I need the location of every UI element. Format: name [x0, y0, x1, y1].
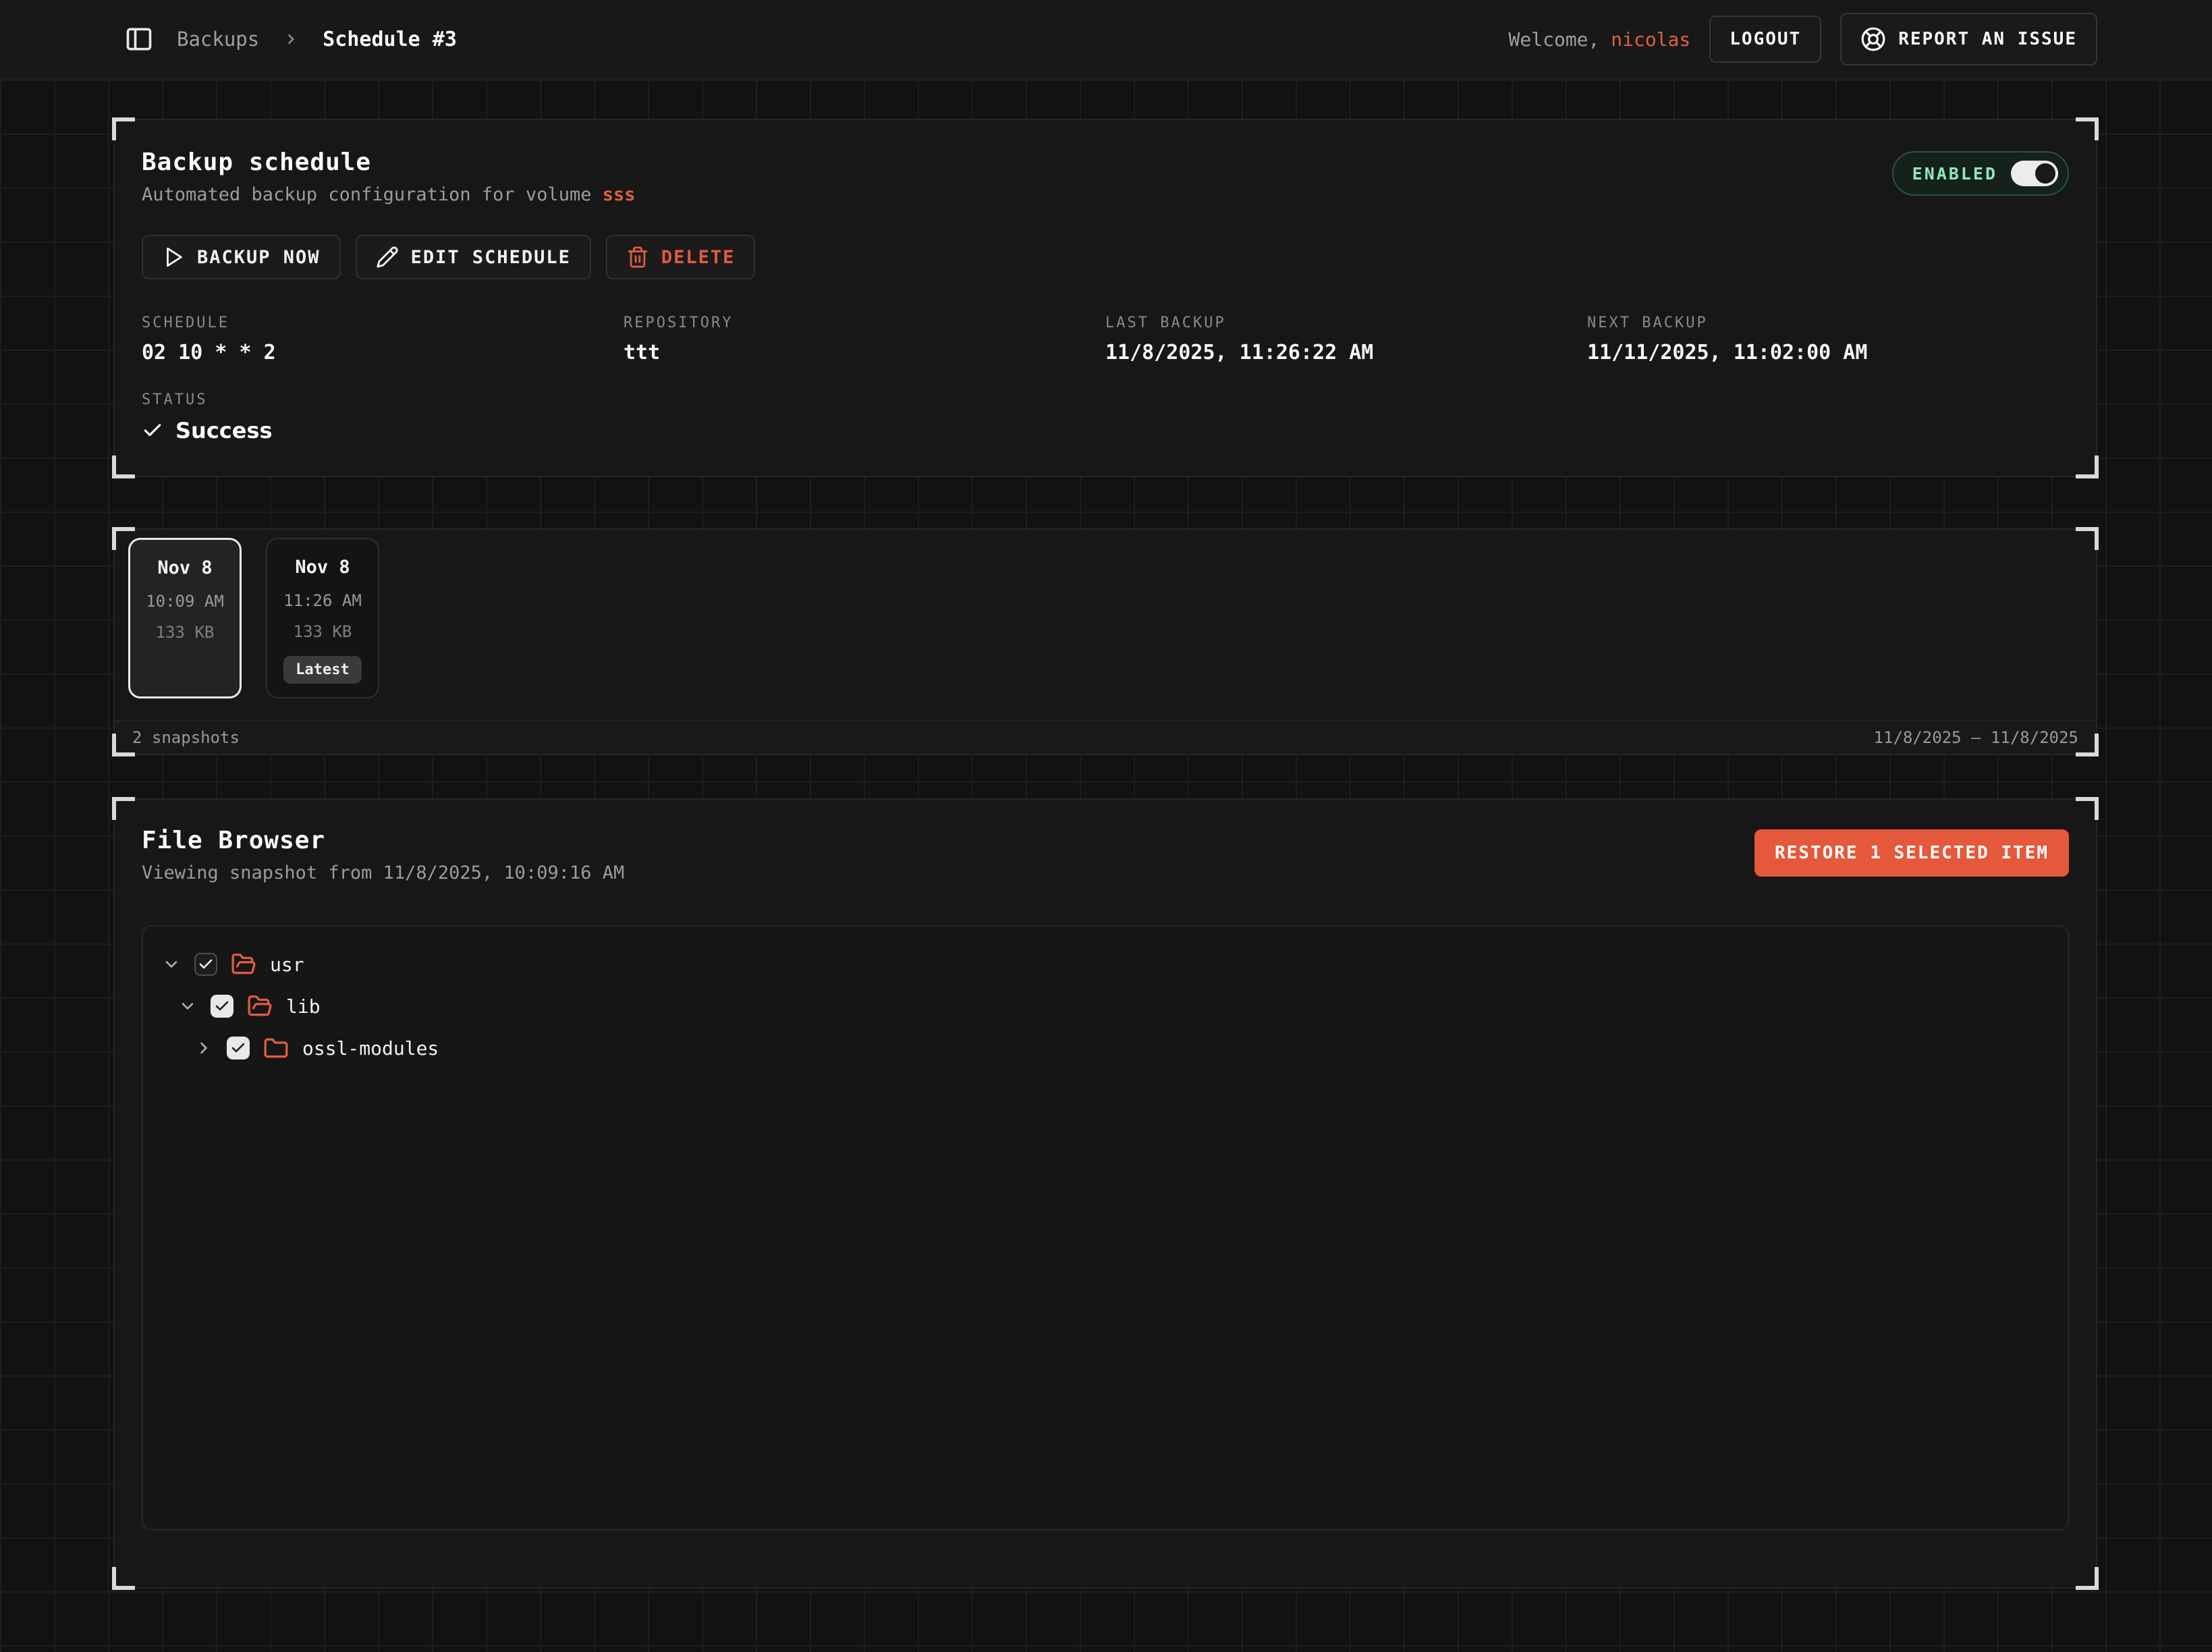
corner-bracket [2076, 1567, 2099, 1590]
report-issue-button[interactable]: REPORT AN ISSUE [1840, 13, 2097, 65]
chevron-right-icon [282, 30, 300, 48]
chevron-down-icon[interactable] [162, 955, 181, 974]
field-repository: REPOSITORY ttt [624, 314, 1105, 364]
checkbox-ossl-modules[interactable] [227, 1037, 250, 1059]
logout-button[interactable]: LOGOUT [1709, 16, 1821, 63]
folder-open-icon [247, 993, 273, 1019]
tree-row-ossl-modules[interactable]: ossl-modules [194, 1032, 2049, 1064]
corner-bracket [112, 117, 135, 140]
backup-schedule-card: Backup schedule Automated backup configu… [113, 119, 2097, 477]
success-check-icon [142, 420, 163, 441]
restore-button[interactable]: RESTORE 1 SELECTED ITEM [1754, 829, 2069, 877]
snapshot-date: Nov 8 [157, 557, 212, 578]
enabled-label: ENABLED [1912, 164, 1997, 184]
panel-left-icon [124, 24, 154, 54]
file-tree-panel: usr lib ossl-modules [142, 925, 2069, 1531]
checkbox-usr[interactable] [194, 953, 217, 976]
topbar: Backups Schedule #3 Welcome, nicolas LOG… [0, 0, 2212, 80]
file-browser-card: File Browser Viewing snapshot from 11/8/… [113, 798, 2097, 1589]
card-title: File Browser [142, 827, 624, 854]
corner-bracket [112, 456, 135, 478]
snapshot-time: 10:09 AM [146, 592, 224, 611]
edit-schedule-button[interactable]: EDIT SCHEDULE [356, 235, 591, 279]
field-next-backup: NEXT BACKUP 11/11/2025, 11:02:00 AM [1587, 314, 2069, 364]
enabled-pill: ENABLED [1892, 151, 2069, 196]
corner-bracket [112, 1567, 135, 1590]
corner-bracket [112, 797, 135, 820]
play-icon [162, 246, 185, 269]
schedule-info-grid: SCHEDULE 02 10 * * 2 REPOSITORY ttt LAST… [142, 314, 2069, 364]
snapshot-size: 133 KB [156, 623, 215, 642]
breadcrumb: Backups Schedule #3 [124, 24, 457, 54]
snapshot-date-range: 11/8/2025 – 11/8/2025 [1874, 728, 2078, 747]
card-subtitle: Viewing snapshot from 11/8/2025, 10:09:1… [142, 862, 624, 883]
field-schedule: SCHEDULE 02 10 * * 2 [142, 314, 624, 364]
trash-icon [626, 246, 649, 269]
snapshot-size: 133 KB [294, 622, 352, 641]
tree-row-usr[interactable]: usr [162, 948, 2049, 981]
corner-bracket [2076, 117, 2099, 140]
field-last-backup: LAST BACKUP 11/8/2025, 11:26:22 AM [1105, 314, 1587, 364]
welcome-text: Welcome, nicolas [1509, 28, 1691, 51]
volume-name: sss [603, 184, 636, 205]
checkbox-lib[interactable] [211, 995, 233, 1018]
snapshot-count: 2 snapshots [132, 728, 240, 747]
snapshot-time: 11:26 AM [283, 591, 362, 610]
toggle-knob [2035, 163, 2055, 184]
logout-label: LOGOUT [1730, 29, 1801, 49]
tree-item-name: usr [270, 954, 304, 976]
snapshots-card: Nov 8 10:09 AM 133 KB Nov 8 11:26 AM 133… [113, 528, 2097, 755]
chevron-down-icon[interactable] [178, 997, 197, 1016]
field-status: STATUS Success [142, 391, 2069, 443]
breadcrumb-current: Schedule #3 [323, 28, 457, 51]
corner-bracket [2076, 456, 2099, 478]
tree-row-lib[interactable]: lib [178, 990, 2049, 1022]
snapshot-date: Nov 8 [295, 557, 350, 578]
backup-now-button[interactable]: BACKUP NOW [142, 235, 341, 279]
card-title: Backup schedule [142, 148, 636, 176]
snapshots-footer: 2 snapshots 11/8/2025 – 11/8/2025 [115, 720, 2096, 754]
pencil-icon [376, 246, 399, 269]
card-subtitle: Automated backup configuration for volum… [142, 184, 636, 205]
folder-open-icon [231, 952, 256, 977]
folder-closed-icon [263, 1035, 289, 1061]
tree-item-name: lib [286, 995, 321, 1018]
corner-bracket [2076, 797, 2099, 820]
latest-badge: Latest [283, 656, 361, 684]
breadcrumb-root[interactable]: Backups [177, 28, 259, 51]
snapshot-tile[interactable]: Nov 8 11:26 AM 133 KB Latest [266, 538, 379, 698]
chevron-right-icon[interactable] [194, 1039, 213, 1057]
lifebuoy-icon [1860, 26, 1886, 52]
enabled-toggle[interactable] [2011, 161, 2058, 186]
sidebar-toggle-button[interactable] [124, 24, 154, 54]
snapshot-tile-selected[interactable]: Nov 8 10:09 AM 133 KB [128, 538, 242, 698]
delete-button[interactable]: DELETE [606, 235, 756, 279]
status-value: Success [175, 418, 273, 443]
report-issue-label: REPORT AN ISSUE [1898, 29, 2077, 49]
username: nicolas [1611, 28, 1690, 51]
tree-item-name: ossl-modules [302, 1037, 439, 1059]
